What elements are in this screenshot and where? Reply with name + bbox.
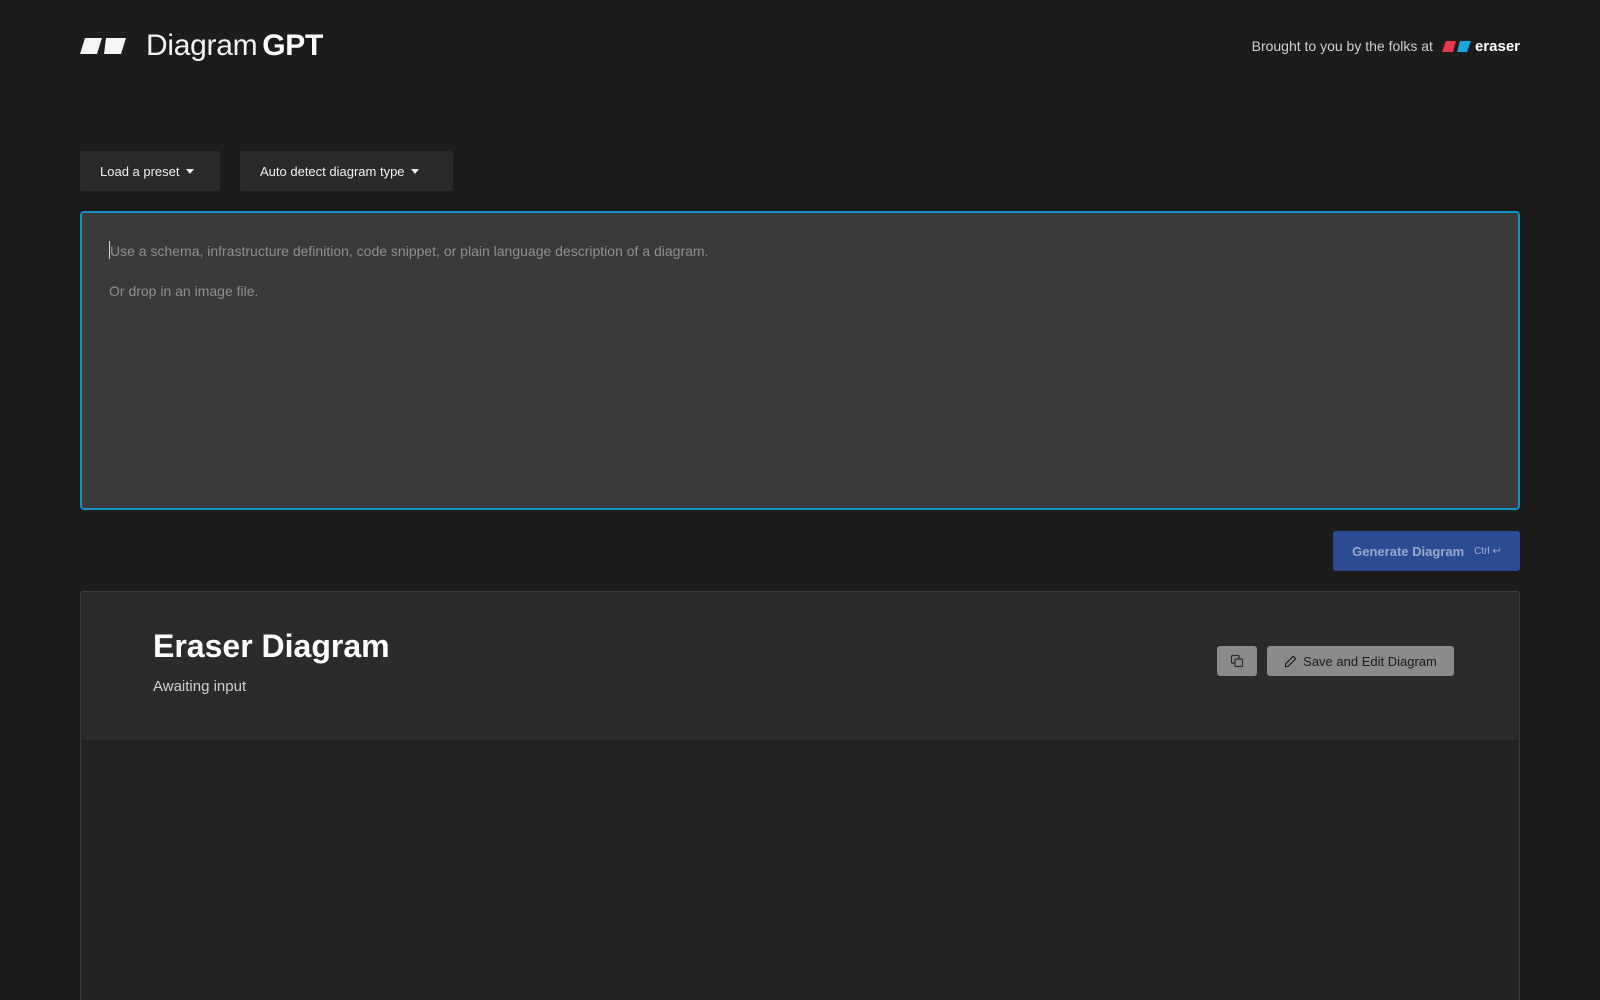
result-status: Awaiting input	[153, 678, 247, 695]
prompt-placeholder-text: Use a schema, infrastructure definition,…	[110, 243, 709, 259]
diagram-canvas[interactable]	[81, 740, 1519, 1000]
generate-shortcut-hint: Ctrl ↩	[1474, 545, 1501, 557]
prompt-placeholder-line-1: Use a schema, infrastructure definition,…	[109, 241, 1491, 281]
result-title: Eraser Diagram	[153, 628, 390, 664]
prompt-placeholder-line-2: Or drop in an image file.	[109, 281, 1491, 321]
caret-down-icon	[185, 169, 194, 174]
diagram-type-label: Auto detect diagram type	[260, 163, 405, 179]
pencil-icon	[1284, 655, 1297, 668]
copy-button[interactable]	[1217, 646, 1257, 676]
credit-text: Brought to you by the folks at	[1251, 38, 1433, 54]
eraser-logo-icon	[1441, 40, 1471, 52]
generate-diagram-button[interactable]: Generate Diagram Ctrl ↩	[1333, 531, 1520, 571]
copy-icon	[1230, 654, 1244, 668]
eraser-link[interactable]: eraser	[1441, 37, 1520, 55]
prompt-input[interactable]: Use a schema, infrastructure definition,…	[80, 211, 1520, 510]
brand-name-bold: GPT	[262, 29, 324, 62]
eraser-link-label: eraser	[1474, 37, 1520, 55]
header: Diagram GPT Brought to you by the folks …	[80, 26, 1520, 66]
result-panel: Eraser Diagram Awaiting input Save and E…	[80, 591, 1520, 1000]
load-preset-dropdown[interactable]: Load a preset	[80, 151, 220, 191]
diagramgpt-page: Diagram GPT Brought to you by the folks …	[0, 0, 1600, 1000]
prompt-drop-hint: Or drop in an image file.	[109, 283, 259, 299]
save-and-edit-button[interactable]: Save and Edit Diagram	[1267, 646, 1454, 676]
save-and-edit-label: Save and Edit Diagram	[1303, 653, 1437, 669]
load-preset-label: Load a preset	[100, 163, 180, 179]
result-header: Eraser Diagram Awaiting input Save and E…	[81, 592, 1519, 740]
brand[interactable]: Diagram GPT	[80, 29, 323, 63]
brand-name-light: Diagram	[146, 29, 258, 62]
brand-name: Diagram GPT	[146, 29, 323, 63]
credit: Brought to you by the folks at eraser	[1252, 38, 1520, 55]
diagramgpt-logo-icon	[80, 38, 126, 54]
generate-diagram-label: Generate Diagram	[1352, 543, 1465, 559]
caret-down-icon	[410, 169, 419, 174]
diagram-type-dropdown[interactable]: Auto detect diagram type	[240, 151, 453, 191]
